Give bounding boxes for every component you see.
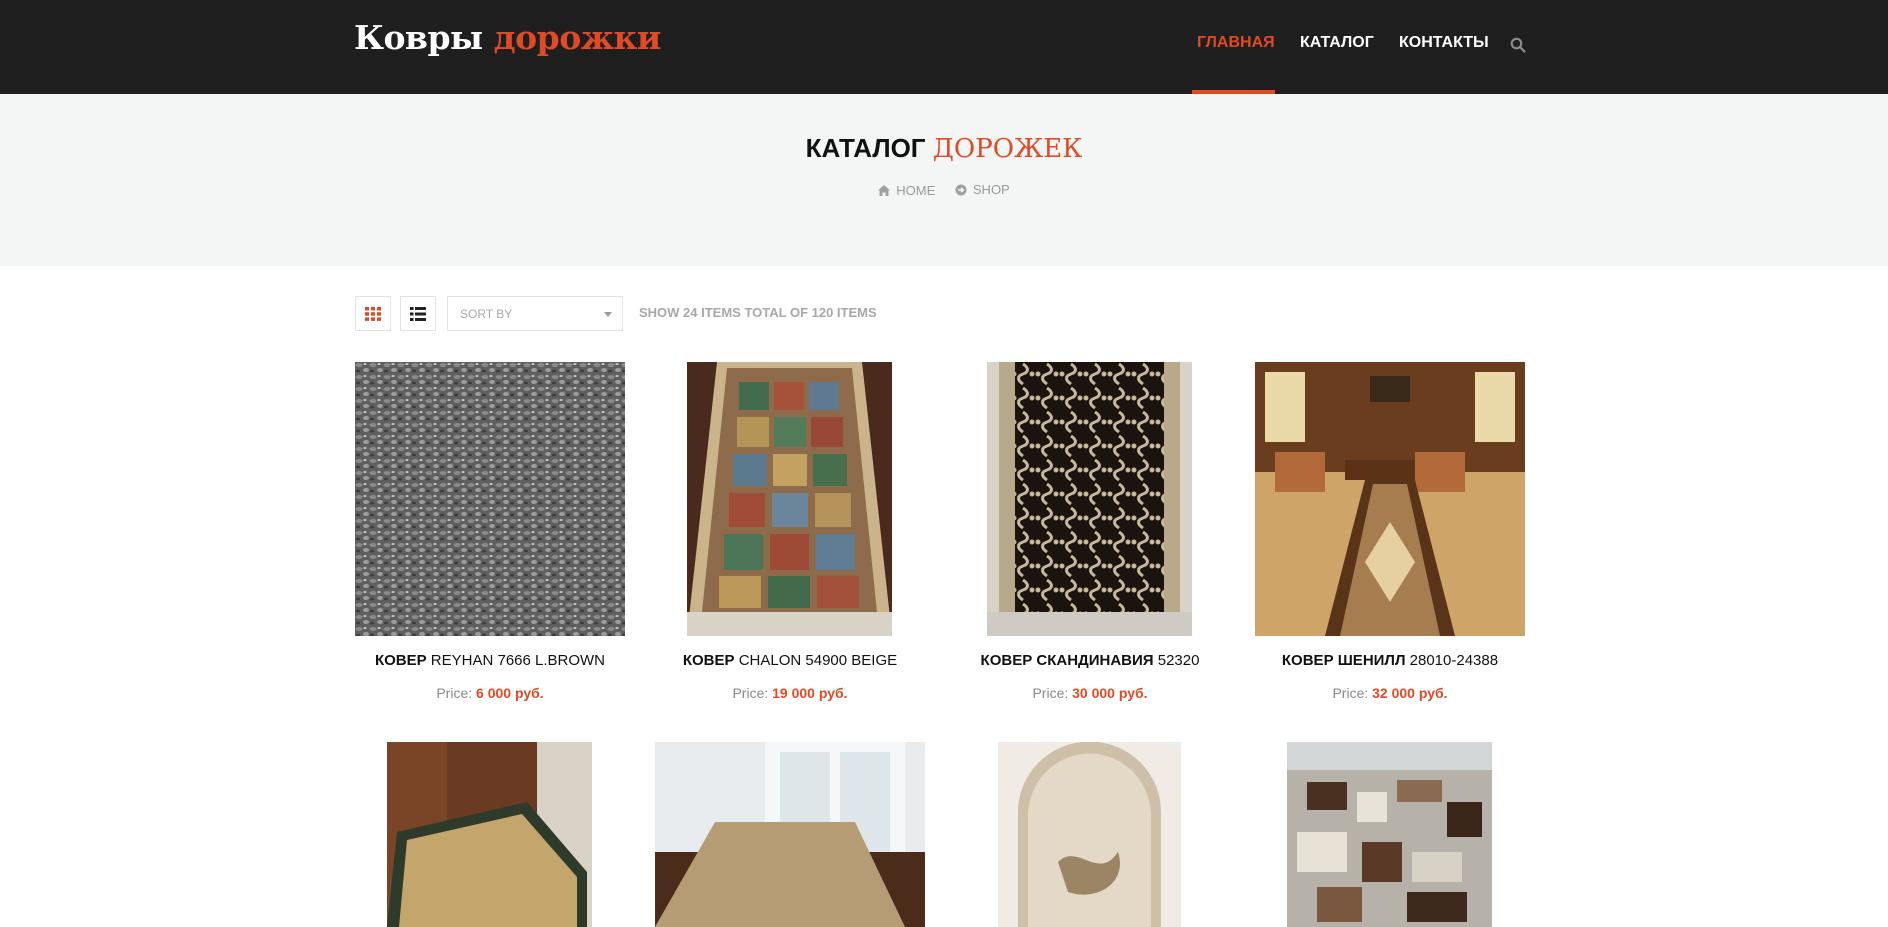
product-image[interactable] [1255, 362, 1525, 636]
product-name: 28010-24388 [1409, 652, 1499, 669]
home-icon [878, 184, 891, 196]
product-type: КОВЕР [374, 652, 427, 669]
nav-item-catalog[interactable]: КАТАЛОГ [1300, 34, 1374, 52]
page-title-main: КАТАЛОГ [805, 133, 926, 163]
logo-main-text: Ковры [354, 18, 483, 57]
list-icon [410, 306, 426, 321]
product-image[interactable] [687, 362, 892, 636]
sort-by-label: SORT BY [460, 307, 513, 321]
breadcrumb-home-label: HOME [896, 182, 936, 198]
price-value: 32 000 руб. [1372, 685, 1448, 701]
site-logo[interactable]: Ковры дорожки [354, 18, 661, 57]
product-type: КОВЕР [682, 652, 735, 669]
product-image[interactable] [1287, 742, 1492, 927]
product-title[interactable]: КОВЕР ШЕНИЛЛ 28010-24388 [1255, 652, 1525, 669]
breadcrumb-shop[interactable]: SHOP [955, 182, 1010, 197]
product-name: CHALON 54900 BEIGE [738, 652, 898, 669]
page-header-band: КАТАЛОГ ДОРОЖЕК HOME SHOP [0, 94, 1888, 266]
product-image[interactable] [387, 742, 592, 927]
product-image[interactable] [987, 362, 1192, 636]
price-label: Price: [436, 685, 473, 701]
product-type: КОВЕР ШЕНИЛЛ [1281, 652, 1406, 669]
nav-item-home[interactable]: ГЛАВНАЯ [1197, 34, 1275, 52]
product-price: Price: 6 000 руб. [355, 685, 625, 701]
grid-view-button[interactable] [355, 296, 391, 331]
circle-arrow-icon [955, 184, 967, 195]
search-icon[interactable] [1510, 37, 1526, 53]
nav-item-contacts[interactable]: КОНТАКТЫ [1399, 34, 1489, 52]
top-navbar: Ковры дорожки ГЛАВНАЯ КАТАЛОГ КОНТАКТЫ [0, 0, 1888, 94]
price-label: Price: [1032, 685, 1069, 701]
sort-by-dropdown[interactable]: SORT BY [447, 296, 623, 331]
price-value: 30 000 руб. [1072, 685, 1148, 701]
price-label: Price: [732, 685, 769, 701]
price-value: 19 000 руб. [772, 685, 848, 701]
product-image[interactable] [355, 362, 625, 636]
chevron-down-icon [604, 312, 612, 317]
breadcrumb-home[interactable]: HOME [878, 183, 935, 198]
breadcrumb-shop-label: SHOP [972, 182, 1010, 197]
breadcrumb: HOME SHOP [0, 182, 1888, 199]
page-title: КАТАЛОГ ДОРОЖЕК [0, 133, 1888, 164]
product-price: Price: 19 000 руб. [655, 685, 925, 701]
price-value: 6 000 руб. [476, 685, 544, 701]
product-price: Price: 32 000 руб. [1255, 685, 1525, 701]
product-name: REYHAN 7666 L.BROWN [430, 652, 606, 669]
logo-accent-text: дорожки [493, 18, 662, 57]
product-title[interactable]: КОВЕР REYHAN 7666 L.BROWN [355, 652, 625, 669]
page-title-accent: ДОРОЖЕК [932, 134, 1083, 164]
product-type: КОВЕР СКАНДИНАВИЯ [980, 652, 1154, 669]
price-label: Price: [1332, 685, 1369, 701]
items-count-text: SHOW 24 ITEMS TOTAL OF 120 ITEMS [639, 305, 877, 320]
product-name: 52320 [1157, 652, 1200, 669]
product-title[interactable]: КОВЕР СКАНДИНАВИЯ 52320 [955, 652, 1225, 669]
product-image[interactable] [998, 742, 1181, 927]
product-title[interactable]: КОВЕР CHALON 54900 BEIGE [655, 652, 925, 669]
list-view-button[interactable] [400, 296, 436, 331]
grid-icon [365, 306, 381, 321]
product-image[interactable] [655, 742, 925, 927]
product-price: Price: 30 000 руб. [955, 685, 1225, 701]
